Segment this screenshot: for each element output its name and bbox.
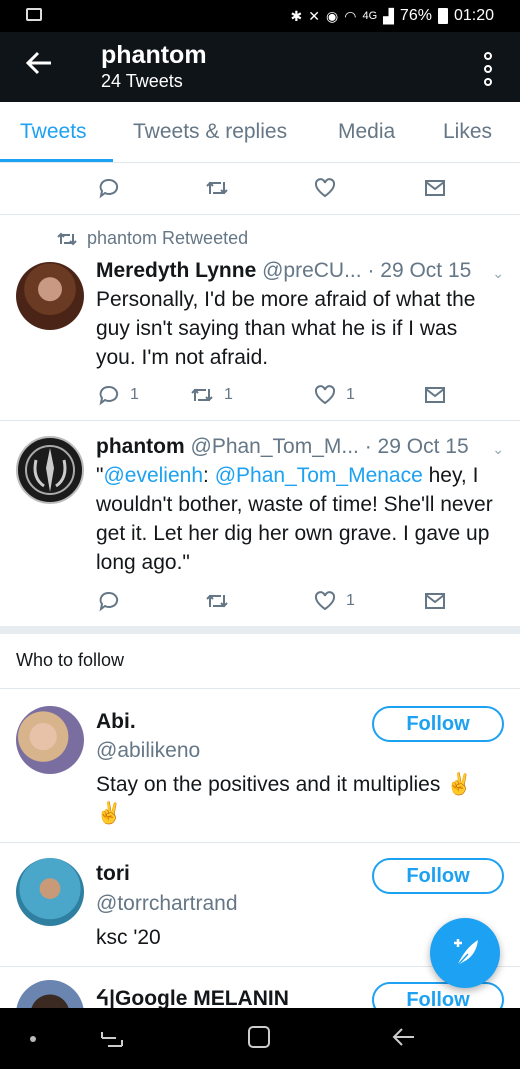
direct-message-icon[interactable] [424, 590, 446, 612]
bluetooth-icon: ✱ [290, 7, 303, 24]
compose-tweet-button[interactable] [430, 918, 500, 988]
author-name[interactable]: Meredyth Lynne [96, 259, 256, 282]
text-colon: : [203, 464, 215, 487]
reply-icon[interactable] [98, 590, 120, 612]
mute-icon: ✕ [308, 7, 321, 24]
like-icon[interactable] [314, 177, 336, 199]
user-handle: @abilikeno [96, 739, 201, 762]
retweet-icon[interactable] [205, 590, 229, 612]
tweet-actions: 1 1 1 [0, 384, 520, 410]
back-icon[interactable] [392, 1026, 416, 1053]
active-tab-indicator [0, 159, 113, 162]
gallery-icon [26, 8, 42, 21]
tab-likes[interactable]: Likes [443, 120, 492, 144]
reply-icon[interactable] [98, 177, 120, 199]
tweet-text: Personally, I'd be more afraid of what t… [96, 288, 476, 369]
status-bar: ✱ ✕ ◉ ◠ 4G ▟ 76% 01:20 [0, 0, 520, 32]
like-count: 1 [346, 386, 355, 403]
retweet-icon[interactable] [205, 177, 229, 199]
direct-message-icon[interactable] [424, 177, 446, 199]
reply-button[interactable]: 1 [98, 384, 139, 406]
system-navigation-bar [0, 1008, 520, 1069]
author-name[interactable]: phantom [96, 435, 185, 458]
reply-icon [98, 384, 120, 406]
like-icon [314, 590, 336, 612]
dot-icon [30, 1036, 36, 1042]
user-name[interactable]: Abi. [96, 710, 136, 734]
divider [0, 842, 520, 843]
alarm-icon: ◉ [326, 7, 339, 24]
tweet-header: phantom @Phan_Tom_M... · 29 Oct 15 [96, 435, 469, 459]
retweet-small-icon [57, 231, 77, 247]
like-icon [314, 384, 336, 406]
author-handle: @preCU... [262, 259, 362, 282]
who-to-follow-title: Who to follow [16, 650, 125, 670]
status-icons: ✱ ✕ ◉ ◠ 4G ▟ 76% 01:20 [291, 7, 494, 25]
signal-icon: ▟ [383, 7, 394, 24]
avatar[interactable] [16, 436, 84, 504]
tweet-header: Meredyth Lynne @preCU... · 29 Oct 15 [96, 259, 471, 283]
user-handle: @torrchartrand [96, 892, 238, 915]
battery-icon [437, 8, 448, 24]
divider [0, 688, 520, 689]
profile-name: phantom [101, 41, 207, 69]
clock: 01:20 [453, 7, 494, 24]
tweet-actions: 1 [0, 590, 520, 616]
tweet-count: 24 Tweets [101, 71, 183, 91]
like-count: 1 [346, 592, 355, 609]
retweet-label-text: phantom Retweeted [87, 228, 249, 248]
tweet-date: · 29 Oct 15 [367, 259, 472, 282]
tweet-actions [0, 177, 520, 203]
retweet-button[interactable]: 1 [190, 384, 233, 406]
follow-button[interactable]: Follow [372, 706, 504, 742]
like-button[interactable]: 1 [314, 384, 355, 406]
tweet-text: "@evelienh: @Phan_Tom_Menace hey, I woul… [96, 461, 496, 577]
direct-message-icon[interactable] [424, 384, 446, 406]
wifi-icon: ◠ [344, 7, 357, 24]
avatar[interactable] [16, 262, 84, 330]
chevron-down-icon[interactable]: ⌄ [492, 441, 504, 458]
divider [0, 214, 520, 215]
jedi-order-logo-icon [25, 445, 75, 495]
recent-apps-icon[interactable] [100, 1028, 124, 1055]
battery-percent: 76% [399, 7, 432, 24]
like-button[interactable]: 1 [314, 590, 355, 612]
compose-feather-icon [454, 939, 478, 967]
home-icon[interactable] [248, 1026, 270, 1048]
tab-tweets-replies[interactable]: Tweets & replies [133, 120, 287, 144]
profile-tabs: Tweets Tweets & replies Media Likes [0, 102, 520, 163]
more-options-icon[interactable] [484, 52, 492, 86]
follow-button[interactable]: Follow [372, 858, 504, 894]
user-name[interactable]: tori [96, 862, 130, 886]
network-type: 4G [362, 10, 378, 22]
retweet-icon [190, 384, 214, 406]
user-bio: Stay on the positives and it multiplies … [96, 773, 473, 825]
tweet-date: · 29 Oct 15 [364, 435, 469, 458]
divider [0, 420, 520, 421]
retweet-context: phantom Retweeted [57, 228, 248, 249]
mention-link[interactable]: @Phan_Tom_Menace [215, 464, 423, 487]
mention-link[interactable]: @evelienh [103, 464, 203, 487]
tab-tweets[interactable]: Tweets [20, 120, 87, 144]
chevron-down-icon[interactable]: ⌄ [492, 265, 504, 282]
profile-header: phantom 24 Tweets [0, 32, 520, 102]
author-handle: @Phan_Tom_M... [190, 435, 359, 458]
reply-count: 1 [130, 386, 139, 403]
retweet-count: 1 [224, 386, 233, 403]
tab-media[interactable]: Media [338, 120, 395, 144]
avatar[interactable] [16, 858, 84, 926]
section-separator [0, 626, 520, 634]
back-arrow-icon[interactable] [24, 48, 54, 85]
avatar[interactable] [16, 706, 84, 774]
